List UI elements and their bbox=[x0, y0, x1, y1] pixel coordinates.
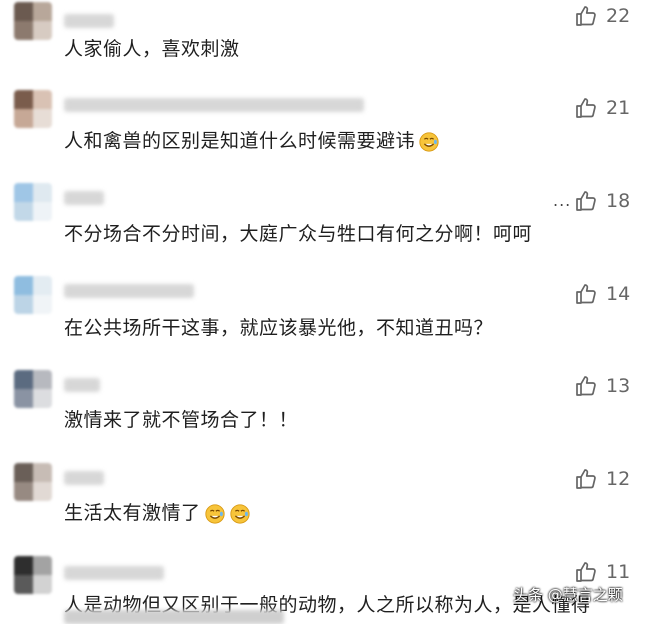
comment-text-content: 激情来了就不管场合了！！ bbox=[64, 409, 299, 431]
comment-text: 生活太有激情了 bbox=[64, 498, 251, 525]
username-blurred[interactable] bbox=[64, 191, 104, 205]
thumbs-up-icon bbox=[574, 560, 606, 584]
avatar[interactable] bbox=[14, 276, 52, 314]
avatar[interactable] bbox=[14, 2, 52, 40]
thumbs-up-icon bbox=[574, 467, 606, 491]
like-button[interactable]: 22 bbox=[574, 4, 630, 28]
comment-text-content: 在公共场所干这事，就应该暴光他，不知道丑吗？ bbox=[64, 317, 494, 339]
comment-text-content: 不分场合不分时间，大庭广众与牲口有何之分啊！呵呵 bbox=[64, 223, 533, 245]
watermark: 头条 @慧言之颗 bbox=[513, 586, 623, 604]
comment-text: 不分场合不分时间，大庭广众与牲口有何之分啊！呵呵 bbox=[64, 219, 532, 246]
username-blurred[interactable] bbox=[64, 284, 194, 298]
like-count: 11 bbox=[606, 561, 631, 583]
comment-text: 激情来了就不管场合了！！ bbox=[64, 405, 298, 432]
thumbs-up-icon bbox=[574, 282, 606, 306]
comment-text: 在公共场所干这事，就应该暴光他，不知道丑吗？ bbox=[64, 313, 493, 340]
laughing-emoji-icon bbox=[229, 503, 251, 525]
comment-text-content: 人和禽兽的区别是知道什么时候需要避讳 bbox=[64, 130, 416, 152]
avatar[interactable] bbox=[14, 183, 52, 221]
like-count: 12 bbox=[606, 468, 631, 490]
like-count: 13 bbox=[606, 375, 631, 397]
like-button[interactable]: 13 bbox=[574, 374, 630, 398]
more-options-button[interactable]: ... bbox=[553, 191, 571, 210]
like-count: 21 bbox=[606, 97, 631, 119]
thumbs-up-icon bbox=[574, 96, 606, 120]
like-count: 14 bbox=[606, 283, 631, 305]
laughing-emoji-icon bbox=[418, 131, 440, 153]
like-count: 18 bbox=[606, 190, 631, 212]
like-count: 22 bbox=[606, 5, 631, 27]
truncated-text-line bbox=[64, 610, 284, 624]
thumbs-up-icon bbox=[574, 189, 606, 213]
avatar[interactable] bbox=[14, 90, 52, 128]
avatar[interactable] bbox=[14, 463, 52, 501]
like-button[interactable]: 12 bbox=[574, 467, 630, 491]
comment-text-content: 生活太有激情了 bbox=[64, 502, 201, 524]
comment-text: 人和禽兽的区别是知道什么时候需要避讳 bbox=[64, 126, 440, 153]
avatar[interactable] bbox=[14, 556, 52, 594]
comment-text-content: 人家偷人，喜欢刺激 bbox=[64, 38, 240, 60]
laughing-emoji-icon bbox=[204, 503, 226, 525]
thumbs-up-icon bbox=[574, 374, 606, 398]
comment-text: 人家偷人，喜欢刺激 bbox=[64, 34, 240, 61]
like-button[interactable]: 11 bbox=[574, 560, 630, 584]
avatar[interactable] bbox=[14, 370, 52, 408]
username-blurred[interactable] bbox=[64, 14, 114, 28]
username-blurred[interactable] bbox=[64, 98, 364, 112]
like-button[interactable]: 14 bbox=[574, 282, 630, 306]
username-blurred[interactable] bbox=[64, 471, 104, 485]
username-blurred[interactable] bbox=[64, 566, 164, 580]
thumbs-up-icon bbox=[574, 4, 606, 28]
username-blurred[interactable] bbox=[64, 378, 100, 392]
like-button[interactable]: 18 bbox=[574, 189, 630, 213]
like-button[interactable]: 21 bbox=[574, 96, 630, 120]
